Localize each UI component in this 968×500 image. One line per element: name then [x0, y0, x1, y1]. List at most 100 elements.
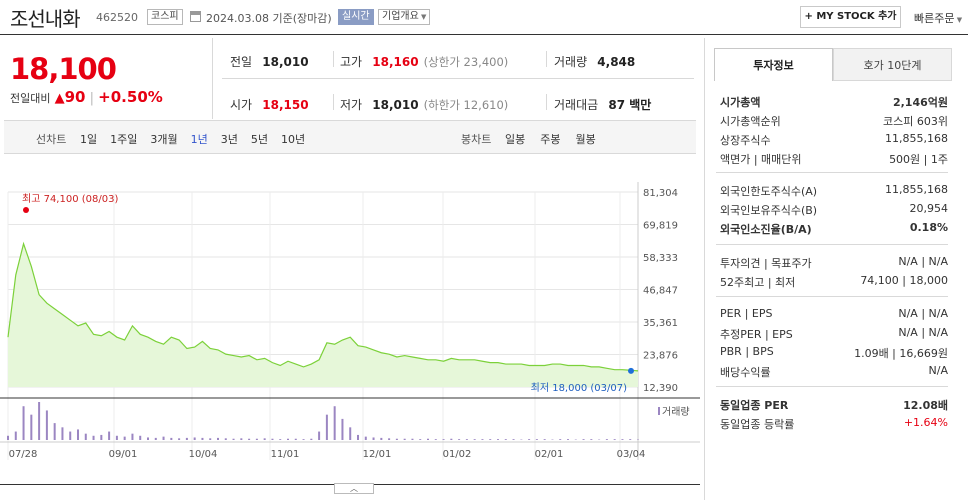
volume-bar — [240, 438, 243, 440]
volume-bar — [380, 437, 383, 440]
chevron-up-icon[interactable]: ︿ — [334, 483, 374, 494]
x-tick-label: 02/01 — [535, 449, 564, 460]
current-price: 18,100 — [10, 52, 117, 86]
invest-label: 배당수익률 — [720, 366, 771, 379]
realtime-badge[interactable]: 실시간 — [338, 9, 374, 25]
x-tick-label: 03/04 — [617, 449, 646, 460]
volume-bar — [473, 439, 476, 440]
volume-bar — [497, 439, 499, 440]
volume-bar — [512, 439, 515, 440]
invest-label: 동일업종 PER — [720, 399, 789, 412]
period-tab[interactable]: 5년 — [251, 131, 268, 147]
volume-bar — [333, 406, 336, 440]
invest-value: N/A | N/A — [898, 307, 948, 320]
x-tick-label: 12/01 — [363, 449, 392, 460]
volume-bar — [209, 438, 212, 440]
invest-label: 외국인한도주식수(A) — [720, 185, 818, 198]
period-tab[interactable]: 1일 — [80, 131, 97, 147]
candle-tab[interactable]: 일봉 — [505, 131, 525, 147]
volume-bar — [22, 406, 25, 440]
period-tab[interactable]: 10년 — [281, 131, 305, 147]
volume-bar — [92, 435, 95, 440]
invest-row: 배당수익률 N/A — [718, 362, 948, 381]
volume-bar — [38, 402, 41, 440]
invest-row: 52주최고 | 최저 74,100 | 18,000 — [718, 272, 948, 291]
volume-bar — [458, 439, 461, 440]
volume-bar — [193, 437, 196, 440]
market-badge: 코스피 — [147, 9, 183, 25]
volume-bar — [217, 437, 219, 440]
volume-bar — [201, 437, 204, 440]
y-tick-label: 23,876 — [643, 351, 678, 362]
price-chart[interactable]: 81,304 69,819 58,333 46,847 35,361 23,876 12,3… — [0, 160, 700, 465]
candle-tab[interactable]: 월봉 — [576, 131, 596, 147]
x-tick-label: 07/28 — [9, 449, 38, 460]
volume-bar — [45, 410, 48, 440]
invest-row: 외국인보유주식수(B) 20,954 — [718, 200, 948, 219]
volume-bar — [465, 439, 468, 440]
invest-row: 시가총액 2,146억원 — [718, 92, 948, 111]
period-tab[interactable]: 3개월 — [150, 131, 177, 147]
volume-bar — [349, 427, 352, 440]
period-tab[interactable]: 1주일 — [110, 131, 137, 147]
add-mystock-button[interactable]: + MY STOCK 추가 — [800, 6, 901, 28]
volume-bar — [504, 439, 507, 440]
x-tick-label: 11/01 — [271, 449, 300, 460]
invest-label: 동일업종 등락률 — [720, 418, 795, 431]
volume-bar — [7, 435, 9, 440]
invest-label: 시가총액순위 — [720, 115, 781, 128]
volume-bar — [310, 438, 313, 440]
volume-bar — [621, 439, 624, 440]
quick-order-button[interactable]: 빠른주문 ▼ — [914, 10, 962, 26]
invest-value: 12.08배 — [903, 399, 948, 412]
tab-hoga[interactable]: 호가 10단계 — [833, 48, 952, 81]
y-tick-label: 58,333 — [643, 253, 678, 264]
volume-bar — [419, 439, 422, 440]
volume-bar — [613, 439, 616, 440]
quote-low: 저가 18,010 (하한가 12,610) — [340, 98, 509, 112]
company-info-dropdown[interactable]: 기업개요 ▼ — [378, 9, 431, 25]
period-tab[interactable]: 3년 — [221, 131, 238, 147]
low-marker — [628, 367, 634, 374]
volume-bar — [255, 438, 258, 440]
invest-label: PER | EPS — [720, 307, 773, 320]
volume-bar — [30, 414, 33, 440]
invest-row: 동일업종 등락률 +1.64% — [718, 414, 948, 433]
invest-value: 코스피 603위 — [883, 115, 948, 128]
quote-high: 고가 18,160 (상한가 23,400) — [340, 55, 509, 69]
invest-label: 52주최고 | 최저 — [720, 276, 796, 289]
base-date: 2024.03.08 기준(장마감) — [206, 12, 332, 25]
volume-bar — [115, 435, 118, 440]
change-label: 전일대비 — [10, 92, 51, 105]
invest-label: 외국인소진율(B/A) — [720, 223, 812, 236]
tab-invest-info[interactable]: 투자정보 — [714, 48, 833, 81]
divider — [716, 244, 948, 245]
volume-bar — [69, 431, 72, 440]
volume-legend: 거래량 — [662, 406, 690, 418]
invest-value: N/A | N/A — [898, 255, 948, 268]
volume-bar — [357, 434, 359, 440]
candle-chart-label: 봉차트 — [461, 133, 492, 146]
volume-bar — [232, 438, 235, 440]
volume-bar — [84, 433, 87, 440]
invest-row: 추정PER | EPS N/A | N/A — [718, 324, 948, 343]
change-percent: +0.50% — [98, 88, 163, 106]
volume-bar — [559, 439, 562, 440]
high-annotation: 최고 74,100 (08/03) — [22, 193, 118, 205]
period-tab[interactable]: 1년 — [191, 131, 208, 147]
volume-bar — [372, 437, 375, 440]
invest-row: 외국인한도주식수(A) 11,855,168 — [718, 181, 948, 200]
volume-bar — [287, 438, 289, 440]
volume-bar — [605, 439, 608, 440]
divider — [716, 386, 948, 387]
volume-bar — [139, 435, 142, 440]
y-tick-label: 69,819 — [643, 221, 678, 232]
y-tick-label: 81,304 — [643, 188, 678, 199]
invest-label: 외국인보유주식수(B) — [720, 204, 818, 217]
x-tick-label: 01/02 — [443, 449, 472, 460]
volume-bar — [185, 437, 188, 440]
volume-bar — [543, 439, 546, 440]
volume-bar — [14, 431, 17, 440]
candle-tab[interactable]: 주봉 — [540, 131, 560, 147]
volume-bar — [53, 423, 56, 440]
